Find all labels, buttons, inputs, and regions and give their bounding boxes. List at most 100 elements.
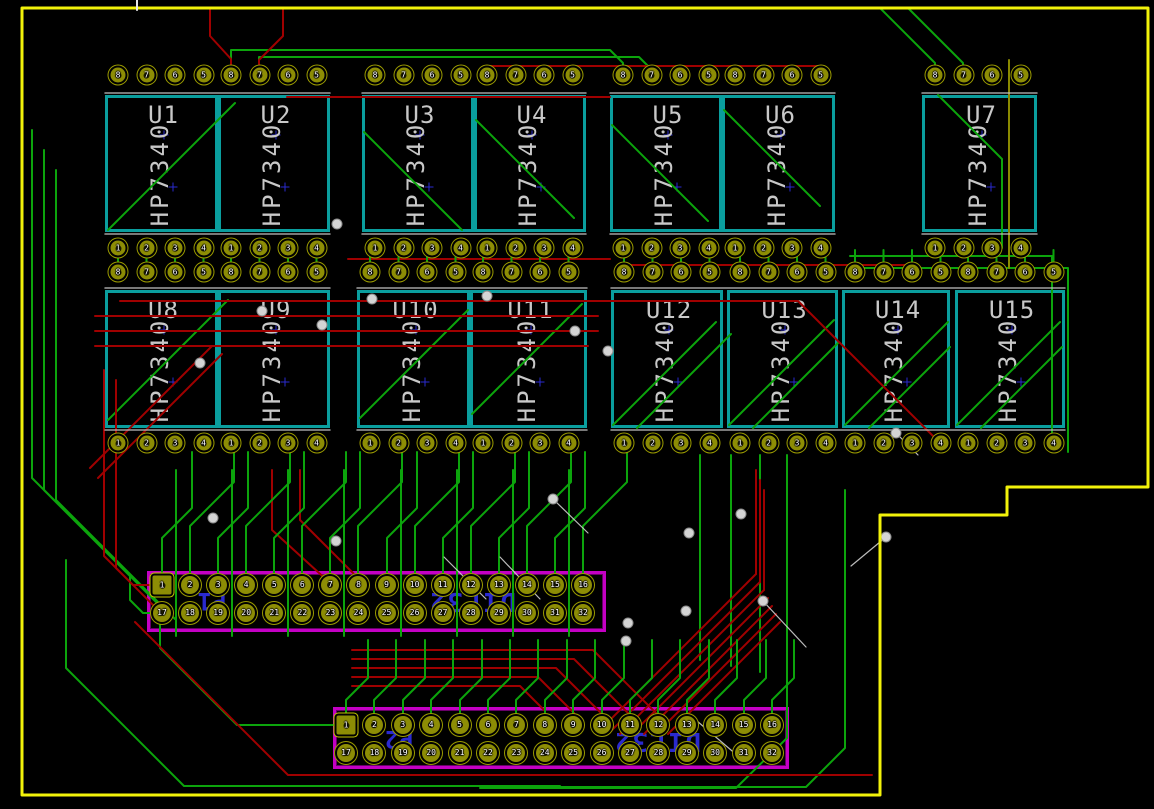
pad[interactable]: 7 — [252, 67, 267, 83]
pad[interactable]: 17 — [337, 744, 355, 762]
pad[interactable]: 1 — [223, 240, 239, 256]
pad[interactable]: 4 — [422, 716, 441, 734]
pad[interactable]: 25 — [377, 604, 396, 622]
pad[interactable]: 1 — [732, 435, 748, 451]
pad[interactable]: 7 — [507, 716, 526, 734]
pad[interactable]: 15 — [734, 716, 753, 734]
pad[interactable]: 8 — [616, 264, 632, 280]
pad[interactable]: 20 — [422, 744, 441, 762]
pad[interactable]: 1 — [110, 240, 126, 256]
pad[interactable]: 2 — [508, 240, 523, 256]
pad[interactable]: 1 — [847, 435, 863, 451]
pad[interactable]: 9 — [377, 576, 396, 594]
via[interactable] — [548, 494, 558, 504]
pad[interactable]: 6 — [280, 67, 296, 83]
pad[interactable]: 5 — [309, 67, 324, 83]
pad[interactable]: 2 — [644, 240, 659, 256]
pad[interactable]: 15 — [545, 576, 564, 594]
pad[interactable]: 19 — [393, 744, 412, 762]
via[interactable] — [317, 320, 327, 330]
via[interactable] — [681, 606, 691, 616]
pad[interactable]: 3 — [536, 240, 552, 256]
pad[interactable]: 27 — [433, 604, 452, 622]
pad[interactable]: 5 — [818, 264, 833, 280]
pad[interactable]: 5 — [813, 67, 828, 83]
pad[interactable]: 2 — [989, 435, 1004, 451]
pad[interactable]: 8 — [535, 716, 554, 734]
pad[interactable]: 23 — [321, 604, 340, 622]
pad[interactable]: 25 — [564, 744, 583, 762]
pad[interactable]: 6 — [419, 264, 435, 280]
pad[interactable]: 5 — [448, 264, 463, 280]
pad[interactable]: 2 — [756, 240, 771, 256]
pad[interactable]: 1 — [479, 240, 495, 256]
pad[interactable]: 8 — [475, 264, 491, 280]
via[interactable] — [331, 536, 341, 546]
pad[interactable]: 16 — [574, 576, 593, 594]
pad[interactable]: 4 — [702, 435, 717, 451]
pad[interactable]: 1 — [152, 575, 172, 595]
pad[interactable]: 29 — [489, 604, 508, 622]
pad[interactable]: 8 — [732, 264, 748, 280]
pad[interactable]: 2 — [252, 435, 267, 451]
pad[interactable]: 5 — [309, 264, 324, 280]
pad[interactable]: 16 — [763, 716, 781, 734]
pad[interactable]: 2 — [504, 435, 519, 451]
pad[interactable]: 7 — [139, 264, 154, 280]
pad[interactable]: 3 — [789, 435, 805, 451]
pad[interactable]: 1 — [615, 240, 631, 256]
pad[interactable]: 28 — [649, 744, 668, 762]
pad[interactable]: 11 — [433, 576, 452, 594]
pad[interactable]: 8 — [615, 67, 631, 83]
pad[interactable]: 6 — [167, 67, 183, 83]
via[interactable] — [482, 291, 492, 301]
pad[interactable]: 6 — [672, 67, 688, 83]
via[interactable] — [621, 636, 631, 646]
pad[interactable]: 6 — [293, 576, 312, 594]
pad[interactable]: 8 — [479, 67, 495, 83]
pad[interactable]: 7 — [645, 264, 660, 280]
pad[interactable]: 21 — [265, 604, 284, 622]
pad[interactable]: 14 — [517, 576, 536, 594]
pad[interactable]: 11 — [621, 716, 639, 734]
pad[interactable]: 3 — [1017, 435, 1033, 451]
pad[interactable]: 7 — [761, 264, 776, 280]
pad[interactable]: 4 — [196, 240, 211, 256]
pad[interactable]: 7 — [252, 264, 267, 280]
pad[interactable]: 7 — [396, 67, 411, 83]
pad[interactable]: 6 — [784, 67, 800, 83]
pad[interactable]: 3 — [280, 240, 296, 256]
via[interactable] — [195, 358, 205, 368]
pad[interactable]: 1 — [110, 435, 126, 451]
pad[interactable]: 7 — [321, 576, 340, 594]
pad[interactable]: 8 — [367, 67, 383, 83]
pad[interactable]: 5 — [565, 67, 580, 83]
pad[interactable]: 6 — [904, 264, 920, 280]
pad[interactable]: 1 — [960, 435, 976, 451]
pad[interactable]: 30 — [706, 744, 725, 762]
pad[interactable]: 3 — [424, 240, 440, 256]
pad[interactable]: 8 — [110, 67, 126, 83]
pad[interactable]: 8 — [727, 67, 743, 83]
pad[interactable]: 3 — [209, 576, 228, 594]
via[interactable] — [881, 532, 891, 542]
pad[interactable]: 3 — [280, 435, 296, 451]
via[interactable] — [570, 326, 580, 336]
pad[interactable]: 5 — [561, 264, 576, 280]
pad[interactable]: 8 — [927, 67, 943, 83]
pad[interactable]: 4 — [237, 576, 256, 594]
pad[interactable]: 3 — [393, 716, 412, 734]
pad[interactable]: 27 — [621, 744, 639, 762]
pad[interactable]: 6 — [536, 67, 552, 83]
pad[interactable]: 8 — [110, 264, 126, 280]
pad[interactable]: 18 — [365, 744, 384, 762]
pad[interactable]: 8 — [223, 264, 239, 280]
via[interactable] — [684, 528, 694, 538]
pad[interactable]: 4 — [933, 435, 948, 451]
pad[interactable]: 8 — [960, 264, 976, 280]
via[interactable] — [758, 596, 768, 606]
pad[interactable]: 9 — [564, 716, 583, 734]
pad[interactable]: 3 — [904, 435, 920, 451]
pad[interactable]: 4 — [701, 240, 716, 256]
pad[interactable]: 5 — [265, 576, 284, 594]
